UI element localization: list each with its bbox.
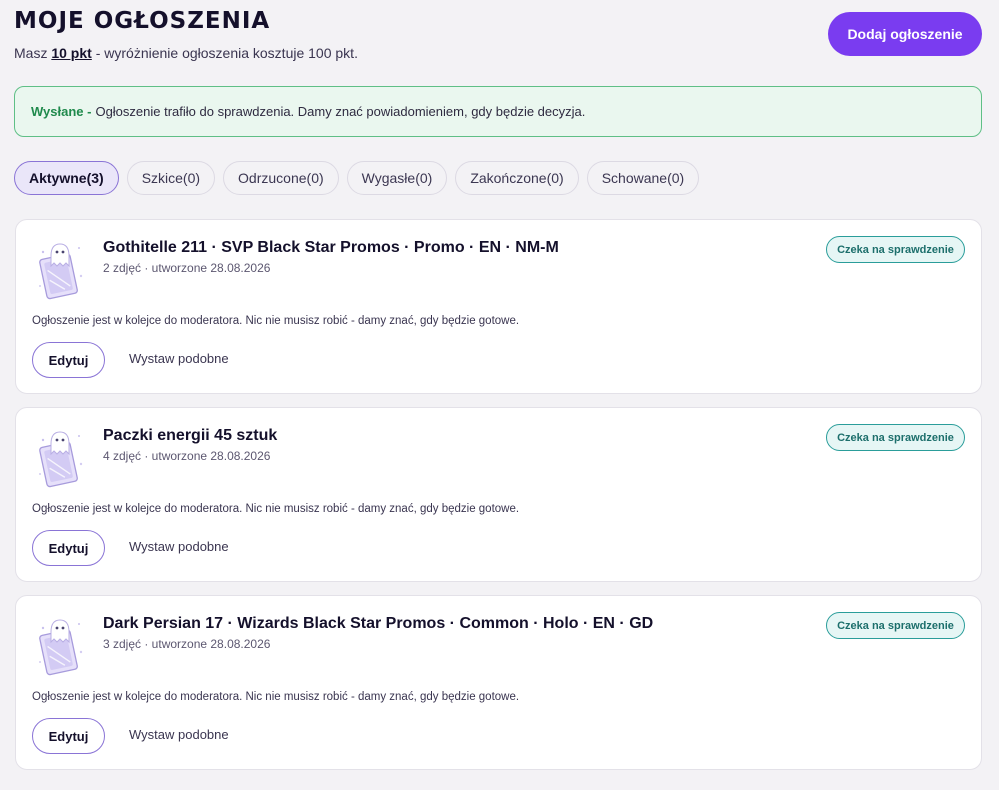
list-similar-link[interactable]: Wystaw podobne <box>129 351 229 366</box>
tab-rejected[interactable]: Odrzucone(0) <box>223 161 339 195</box>
status-badge: Czeka na sprawdzenie <box>826 424 965 451</box>
listing-note: Ogłoszenie jest w kolejce do moderatora.… <box>32 691 520 703</box>
points-prefix: Masz <box>14 45 52 61</box>
tab-hidden[interactable]: Schowane(0) <box>586 161 700 195</box>
listing-meta: 2 zdjęć · utworzone 28.08.2026 <box>103 261 271 275</box>
edit-button[interactable]: Edytuj <box>32 530 105 566</box>
tab-drafts[interactable]: Szkice(0) <box>126 161 216 195</box>
listing-title[interactable]: Paczki energii 45 sztuk <box>103 427 277 445</box>
listing-note: Ogłoszenie jest w kolejce do moderatora.… <box>32 315 520 327</box>
ghost-card-icon <box>34 614 86 678</box>
points-value[interactable]: 10 pkt <box>51 45 91 61</box>
edit-button[interactable]: Edytuj <box>32 718 105 754</box>
status-alert: Wysłane - Ogłoszenie trafiło do sprawdze… <box>14 86 982 137</box>
listing-card: Paczki energii 45 sztuk 4 zdjęć · utworz… <box>15 407 982 582</box>
list-similar-link[interactable]: Wystaw podobne <box>129 727 229 742</box>
status-badge: Czeka na sprawdzenie <box>826 612 965 639</box>
listing-note: Ogłoszenie jest w kolejce do moderatora.… <box>32 503 520 515</box>
listing-meta: 4 zdjęć · utworzone 28.08.2026 <box>103 449 271 463</box>
status-badge: Czeka na sprawdzenie <box>826 236 965 263</box>
add-listing-button[interactable]: Dodaj ogłoszenie <box>828 12 982 56</box>
listing-title[interactable]: Dark Persian 17 · Wizards Black Star Pro… <box>103 615 653 633</box>
tab-finished[interactable]: Zakończone(0) <box>455 161 579 195</box>
tab-active[interactable]: Aktywne(3) <box>14 161 119 195</box>
listing-card: Dark Persian 17 · Wizards Black Star Pro… <box>15 595 982 770</box>
ghost-card-icon <box>34 238 86 302</box>
alert-message: Ogłoszenie trafiło do sprawdzenia. Damy … <box>95 104 586 119</box>
points-suffix: - wyróżnienie ogłoszenia kosztuje 100 pk… <box>91 45 358 61</box>
status-tabs: Aktywne(3) Szkice(0) Odrzucone(0) Wygasł… <box>14 161 700 195</box>
tab-expired[interactable]: Wygasłe(0) <box>346 161 448 195</box>
alert-strong-label: Wysłane - <box>31 104 92 119</box>
page-header: MOJE OGŁOSZENIA Masz 10 pkt - wyróżnieni… <box>14 8 982 68</box>
listing-card: Gothitelle 211 · SVP Black Star Promos ·… <box>15 219 982 394</box>
points-info: Masz 10 pkt - wyróżnienie ogłoszenia kos… <box>14 45 358 61</box>
edit-button[interactable]: Edytuj <box>32 342 105 378</box>
listing-title[interactable]: Gothitelle 211 · SVP Black Star Promos ·… <box>103 239 559 257</box>
ghost-card-icon <box>34 426 86 490</box>
list-similar-link[interactable]: Wystaw podobne <box>129 539 229 554</box>
listing-meta: 3 zdjęć · utworzone 28.08.2026 <box>103 637 271 651</box>
page-title: MOJE OGŁOSZENIA <box>14 8 271 34</box>
